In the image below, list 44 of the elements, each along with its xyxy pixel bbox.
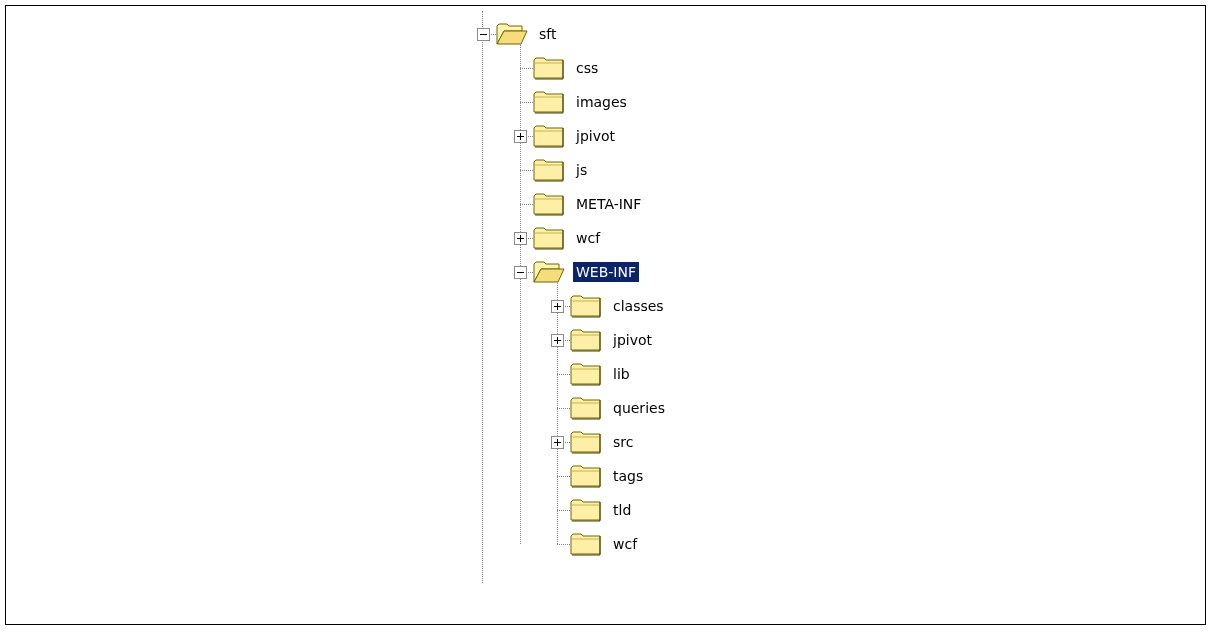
folder-label[interactable]: js: [573, 160, 591, 180]
folder-label[interactable]: WEB-INF: [573, 262, 639, 282]
plus-icon: [516, 132, 525, 141]
folder-label[interactable]: tld: [610, 500, 635, 520]
folder-icon: [533, 56, 565, 80]
expand-toggle[interactable]: [514, 232, 527, 245]
folder-icon: [570, 294, 602, 318]
folder-icon: [570, 464, 602, 488]
folder-icon: [570, 498, 602, 522]
folder-label[interactable]: jpivot: [573, 126, 618, 146]
folder-icon: [570, 396, 602, 420]
folder-icon: [570, 328, 602, 352]
folder-icon: [533, 124, 565, 148]
plus-icon: [553, 336, 562, 345]
collapse-toggle[interactable]: [514, 266, 527, 279]
folder-icon: [533, 226, 565, 250]
plus-icon: [516, 234, 525, 243]
folder-label[interactable]: lib: [610, 364, 633, 384]
folder-icon: [533, 90, 565, 114]
expand-toggle[interactable]: [551, 436, 564, 449]
folder-label[interactable]: images: [573, 92, 630, 112]
folder-icon: [570, 362, 602, 386]
folder-icon: [533, 158, 565, 182]
folder-label[interactable]: jpivot: [610, 330, 655, 350]
folder-label[interactable]: tags: [610, 466, 647, 486]
folder-label[interactable]: sft: [536, 24, 560, 44]
collapse-toggle[interactable]: [477, 28, 490, 41]
folder-icon: [533, 192, 565, 216]
plus-icon: [553, 302, 562, 311]
expand-toggle[interactable]: [514, 130, 527, 143]
folder-label[interactable]: src: [610, 432, 637, 452]
folder-label[interactable]: META-INF: [573, 194, 645, 214]
plus-icon: [553, 438, 562, 447]
folder-label[interactable]: css: [573, 58, 602, 78]
open-folder-icon: [533, 260, 565, 284]
folder-label[interactable]: queries: [610, 398, 668, 418]
folder-label[interactable]: wcf: [573, 228, 604, 248]
folder-icon: [570, 430, 602, 454]
expand-toggle[interactable]: [551, 334, 564, 347]
open-folder-icon: [496, 22, 528, 46]
expand-toggle[interactable]: [551, 300, 564, 313]
folder-icon: [570, 532, 602, 556]
folder-label[interactable]: wcf: [610, 534, 641, 554]
folder-label[interactable]: classes: [610, 296, 667, 316]
